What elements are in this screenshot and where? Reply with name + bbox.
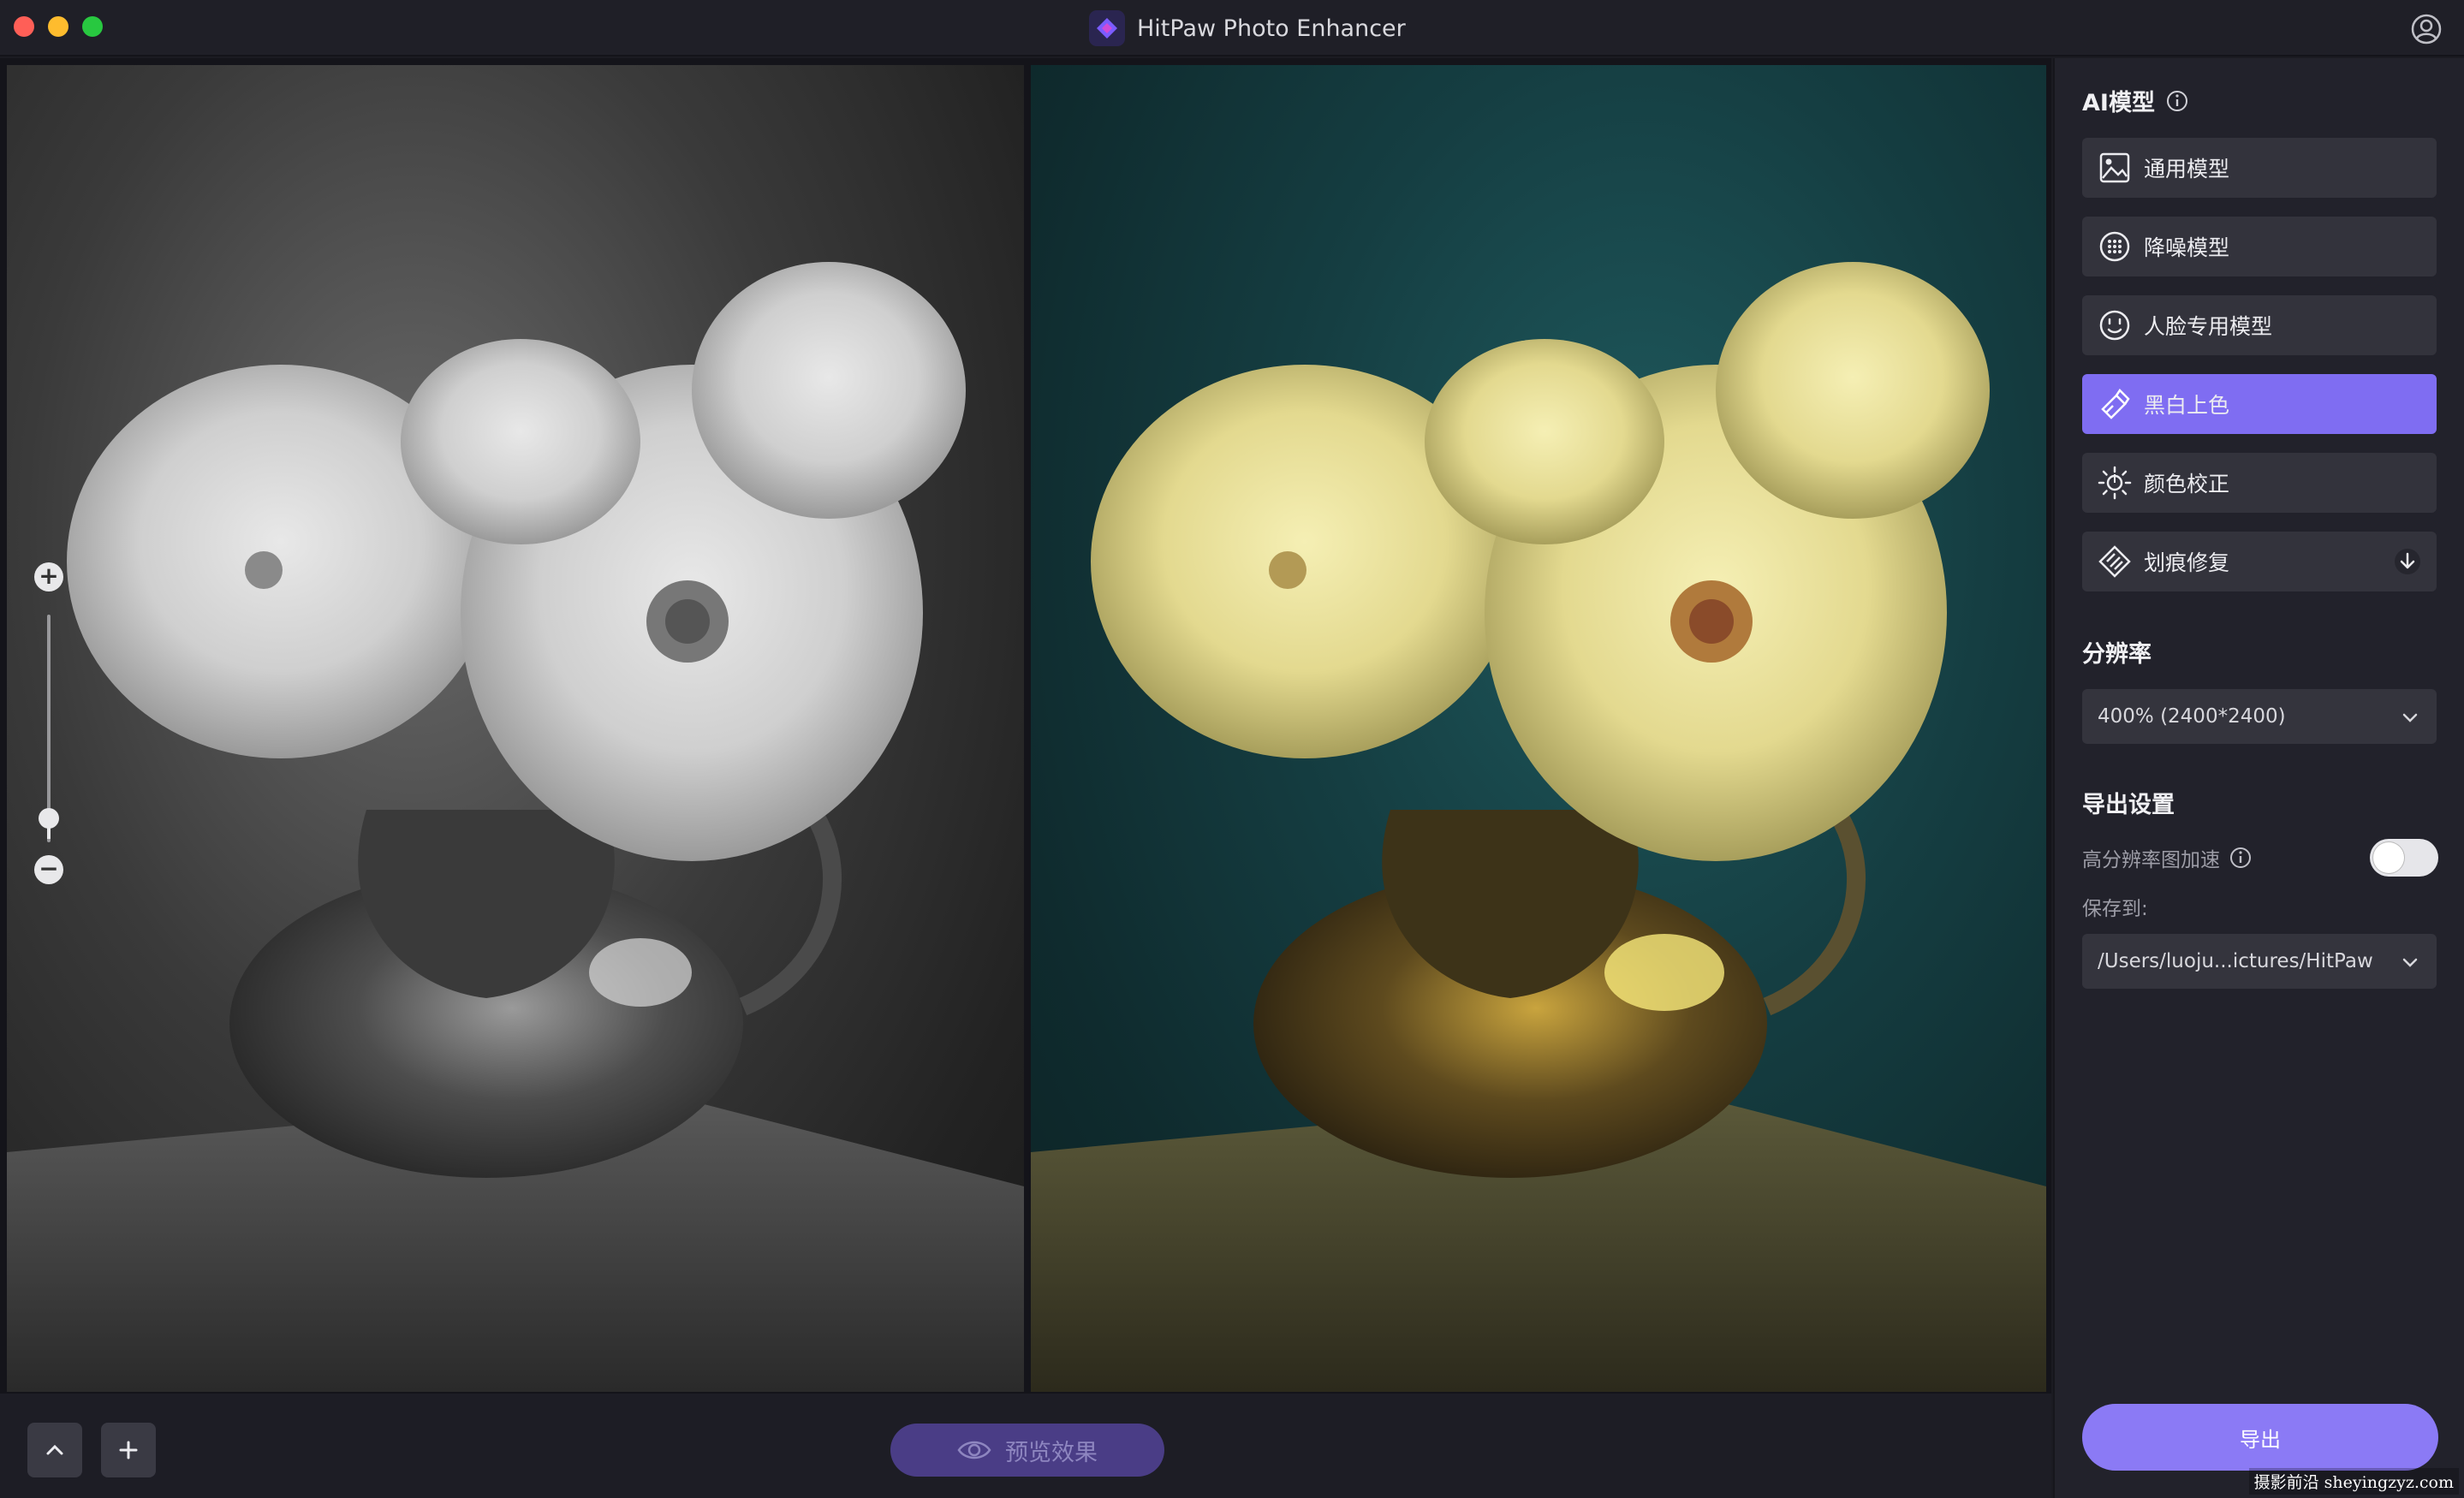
- eye-icon: [957, 1441, 991, 1459]
- zoom-window-button[interactable]: [82, 16, 103, 37]
- image-comparison-area: [0, 58, 2051, 1394]
- ai-model-section-title: AI模型: [2082, 84, 2189, 117]
- save-path-select[interactable]: /Users/luoju...ictures/HitPaw: [2082, 934, 2437, 989]
- chevron-down-icon: [2402, 958, 2418, 967]
- hires-accel-label: 高分辨率图加速: [2082, 849, 2220, 871]
- resolution-select[interactable]: 400% (2400*2400): [2082, 689, 2437, 744]
- hires-accel-row: 高分辨率图加速: [2082, 843, 2253, 872]
- save-to-label: 保存到:: [2082, 892, 2148, 921]
- hires-accel-toggle[interactable]: [2370, 839, 2438, 877]
- model-colorize-button[interactable]: 黑白上色: [2082, 374, 2437, 434]
- app-title-group: HitPaw Photo Enhancer: [1089, 10, 1406, 46]
- resolution-value: 400% (2400*2400): [2098, 705, 2286, 728]
- minimize-window-button[interactable]: [48, 16, 68, 37]
- model-denoise-button[interactable]: 降噪模型: [2082, 217, 2437, 276]
- original-photo: [7, 262, 1024, 1392]
- model-general-button[interactable]: 通用模型: [2082, 138, 2437, 198]
- close-window-button[interactable]: [14, 16, 34, 37]
- model-colorize-label: 黑白上色: [2144, 393, 2230, 418]
- toggle-knob: [2373, 842, 2404, 873]
- sun-icon: [2098, 466, 2132, 500]
- watermark-text: 摄影前沿 sheyingzyz.com: [2248, 1468, 2459, 1495]
- download-icon[interactable]: [2392, 546, 2423, 577]
- model-denoise-label: 降噪模型: [2144, 235, 2230, 260]
- preview-label: 预览效果: [1005, 1439, 1098, 1466]
- enhanced-photo: [1031, 262, 2046, 1392]
- zoom-out-button[interactable]: −: [34, 855, 63, 884]
- scratch-icon: [2098, 545, 2131, 578]
- chevron-down-icon: [2402, 713, 2418, 722]
- original-image-panel[interactable]: [7, 65, 1024, 1392]
- info-icon[interactable]: [2229, 846, 2253, 870]
- colorize-icon: [2101, 389, 2130, 419]
- resolution-title-text: 分辨率: [2082, 641, 2152, 668]
- export-settings-section-title: 导出设置: [2082, 786, 2175, 819]
- preview-effect-button[interactable]: 预览效果: [890, 1424, 1164, 1477]
- export-button[interactable]: 导出: [2082, 1404, 2438, 1471]
- plus-icon: [119, 1441, 138, 1459]
- zoom-in-button[interactable]: +: [34, 562, 63, 591]
- model-face-label: 人脸专用模型: [2144, 314, 2273, 339]
- model-scratch-repair-button[interactable]: 划痕修复: [2082, 532, 2437, 591]
- model-general-label: 通用模型: [2144, 157, 2230, 181]
- chevron-up-icon: [46, 1444, 63, 1455]
- export-label: 导出: [2240, 1427, 2281, 1452]
- add-image-button[interactable]: [101, 1423, 156, 1477]
- app-title: HitPaw Photo Enhancer: [1137, 15, 1406, 42]
- enhanced-image-panel[interactable]: [1031, 65, 2046, 1392]
- zoom-slider-thumb[interactable]: [39, 808, 59, 839]
- save-path-value: /Users/luoju...ictures/HitPaw: [2098, 950, 2373, 972]
- ai-model-title-text: AI模型: [2082, 90, 2155, 116]
- face-icon: [2099, 310, 2130, 341]
- model-scratch-repair-label: 划痕修复: [2144, 550, 2230, 575]
- denoise-icon: [2099, 231, 2130, 262]
- export-settings-title-text: 导出设置: [2082, 792, 2175, 818]
- expand-thumbnails-button[interactable]: [27, 1423, 82, 1477]
- title-bar: HitPaw Photo Enhancer: [0, 0, 2464, 56]
- resolution-section-title: 分辨率: [2082, 635, 2152, 669]
- image-icon: [2099, 152, 2130, 183]
- app-logo-icon: [1089, 10, 1125, 46]
- save-to-text: 保存到:: [2082, 898, 2148, 920]
- model-color-correction-button[interactable]: 颜色校正: [2082, 453, 2437, 513]
- info-icon[interactable]: [2165, 89, 2189, 113]
- model-color-correction-label: 颜色校正: [2144, 472, 2230, 496]
- user-account-icon[interactable]: [2409, 12, 2443, 46]
- model-face-button[interactable]: 人脸专用模型: [2082, 295, 2437, 355]
